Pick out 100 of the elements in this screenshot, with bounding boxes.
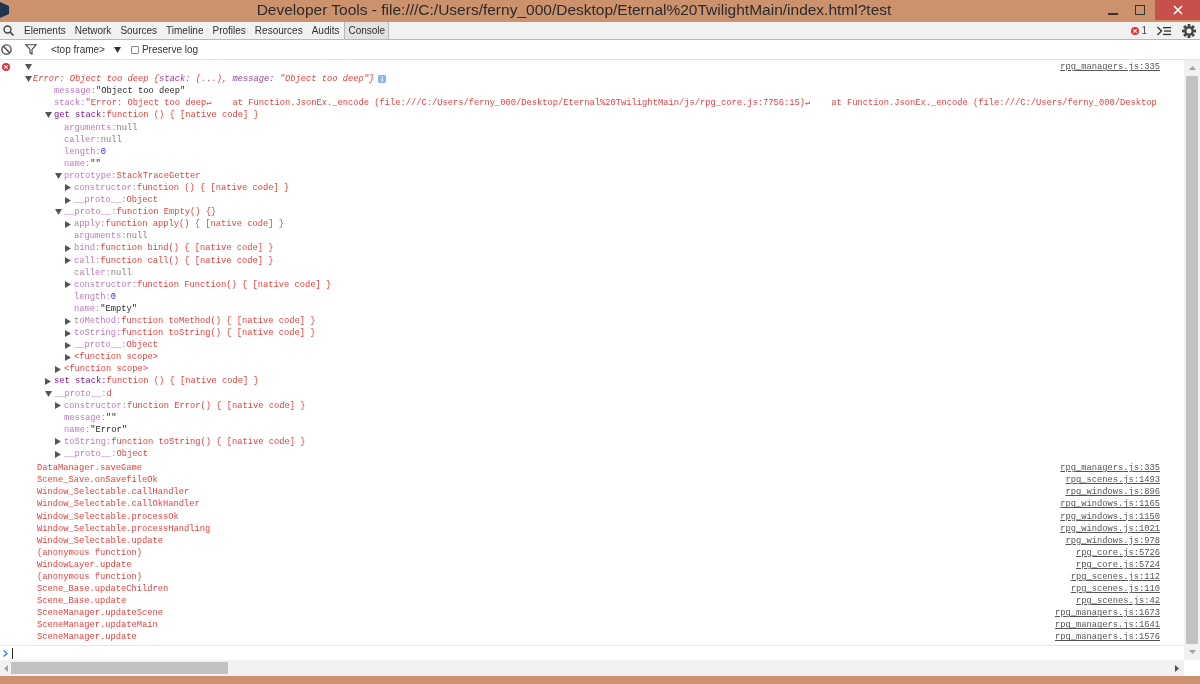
source-link[interactable]: rpg_managers.js:335 [1060,61,1160,74]
property-value: <function scope> [74,351,158,364]
property-value: "Error" [90,423,128,436]
disclosure-triangle-icon[interactable] [65,317,71,325]
disclosure-triangle-icon[interactable] [65,220,71,228]
maximize-icon [1134,5,1145,15]
source-link[interactable]: rpg_scenes.js:110 [1070,583,1160,596]
property-value: Object [126,194,159,207]
disclosure-triangle-icon[interactable] [25,64,32,71]
disclosure-triangle-icon[interactable] [55,438,61,446]
stack-frame-function: Scene_Save.onSavefileOk [37,474,158,487]
scroll-right-icon[interactable] [1175,664,1179,672]
panel-tab[interactable]: Audits [307,22,344,39]
source-link[interactable]: rpg_managers.js:335 [1060,462,1160,475]
property-name: apply: [74,218,106,231]
preserve-log-label[interactable]: Preserve log [141,42,199,57]
frame-selector[interactable]: <top frame> [51,41,121,58]
disclosure-triangle-icon[interactable] [65,244,71,252]
source-link[interactable]: rpg_windows.js:1165 [1060,498,1160,511]
disclosure-triangle-icon[interactable] [55,450,61,458]
panel-tab[interactable]: Elements [20,22,70,39]
disclosure-triangle-icon[interactable] [65,329,71,337]
property-value: d [106,387,112,400]
source-link[interactable]: rpg_windows.js:896 [1065,486,1160,499]
disclosure-triangle-icon[interactable] [65,196,71,204]
close-icon [1172,5,1183,15]
property-value: "Error: Object too deep↵ at Function.JsonEx._encode (file:///C:/Users/ferny_000/Desktop/Eternal%20TwilightMain/js/rpg_core.js:7756:15)↵ at Function.JsonEx._encode (file:///C:/Users/ferny_000/Desktop [85,97,1157,110]
source-link[interactable]: rpg_scenes.js:42 [1076,595,1160,608]
console-drawer-icon[interactable] [1157,25,1171,36]
disclosure-triangle-icon[interactable] [65,281,71,289]
source-link[interactable]: rpg_core.js:5726 [1076,546,1160,559]
error-icon [2,63,10,71]
property-value: "" [106,411,117,424]
source-link[interactable]: rpg_managers.js:1673 [1054,607,1160,620]
property-name: message: [54,85,96,98]
property-name: __proto__: [54,387,107,400]
property-name: __proto__: [64,206,117,219]
filter-icon[interactable] [25,44,37,55]
source-link[interactable]: rpg_scenes.js:112 [1070,571,1160,583]
clear-console-icon[interactable] [1,44,12,55]
panel-tab[interactable]: Sources [116,22,162,39]
disclosure-triangle-icon[interactable] [45,378,51,385]
source-link[interactable]: rpg_managers.js:1576 [1054,631,1160,644]
stack-frame-function: Scene_Base.updateChildren [37,583,169,596]
source-link[interactable]: rpg_windows.js:1150 [1060,510,1160,523]
scrollbar-thumb[interactable] [11,662,228,674]
error-count[interactable]: 1 [1141,23,1147,38]
property-name: get stack: [54,109,107,122]
panel-tab[interactable]: Console [344,22,390,39]
search-icon[interactable] [3,25,14,36]
stack-frame-function: SceneManager.update [37,631,137,644]
disclosure-triangle-icon[interactable] [65,184,71,192]
property-name: name: [74,302,101,315]
property-name: set stack: [54,375,107,388]
property-name: arguments: [74,230,127,243]
preserve-log-checkbox[interactable] [130,45,139,54]
property-value: function toMethod() { [native code] } [121,315,316,327]
stack-frame-function: Scene_Base.update [37,595,127,608]
panel-tab[interactable]: Timeline [162,22,208,39]
disclosure-triangle-icon[interactable] [45,390,52,397]
disclosure-triangle-icon[interactable] [55,172,62,179]
stack-frame-function: (anonymous function) [37,546,143,559]
panel-tab[interactable]: Resources [250,22,307,39]
property-name: __proto__: [74,194,127,207]
property-value: StackTraceGetter [116,169,201,182]
source-link[interactable]: rpg_scenes.js:1493 [1065,474,1160,487]
source-link[interactable]: rpg_windows.js:978 [1065,534,1160,547]
panel-tab[interactable]: Profiles [208,22,250,39]
property-name: name: [64,423,91,436]
property-value: function bind() { [native code] } [100,242,274,255]
disclosure-triangle-icon[interactable] [25,76,32,83]
stack-frame-function: WindowLayer.update [37,558,132,571]
source-link[interactable]: rpg_core.js:5724 [1076,558,1160,571]
disclosure-triangle-icon[interactable] [65,341,71,349]
property-name: toString: [64,435,112,448]
property-name: message: [64,411,106,424]
property-value: 0 [110,290,117,303]
disclosure-triangle-icon[interactable] [65,257,71,265]
disclosure-triangle-icon[interactable] [55,402,61,410]
property-value: Object [116,448,149,461]
property-value: function Function() { [native code] } [137,278,332,291]
source-link[interactable]: rpg_managers.js:1641 [1054,619,1160,632]
property-value: function () { [native code] } [106,109,259,122]
stack-frame-function: Window_Selectable.update [37,534,164,547]
property-name: __proto__: [74,339,127,352]
error-summary: Error: Object too deep {stack: (...), message: "Object too deep"} [33,73,375,86]
property-name: constructor: [74,182,137,194]
caret-icon [113,46,121,53]
settings-icon[interactable] [1182,23,1196,38]
stack-frame-function: Window_Selectable.callHandler [37,486,190,499]
source-link[interactable]: rpg_windows.js:1021 [1060,522,1160,535]
scrollbar-thumb[interactable] [1186,76,1198,644]
disclosure-triangle-icon[interactable] [55,209,62,216]
panel-tab[interactable]: Network [70,22,116,39]
disclosure-triangle-icon[interactable] [65,353,71,361]
disclosure-triangle-icon[interactable] [55,365,61,373]
property-value: null [126,230,148,243]
property-value: function Empty() {} [116,206,217,219]
disclosure-triangle-icon[interactable] [45,112,52,119]
property-value: 0 [100,145,107,158]
